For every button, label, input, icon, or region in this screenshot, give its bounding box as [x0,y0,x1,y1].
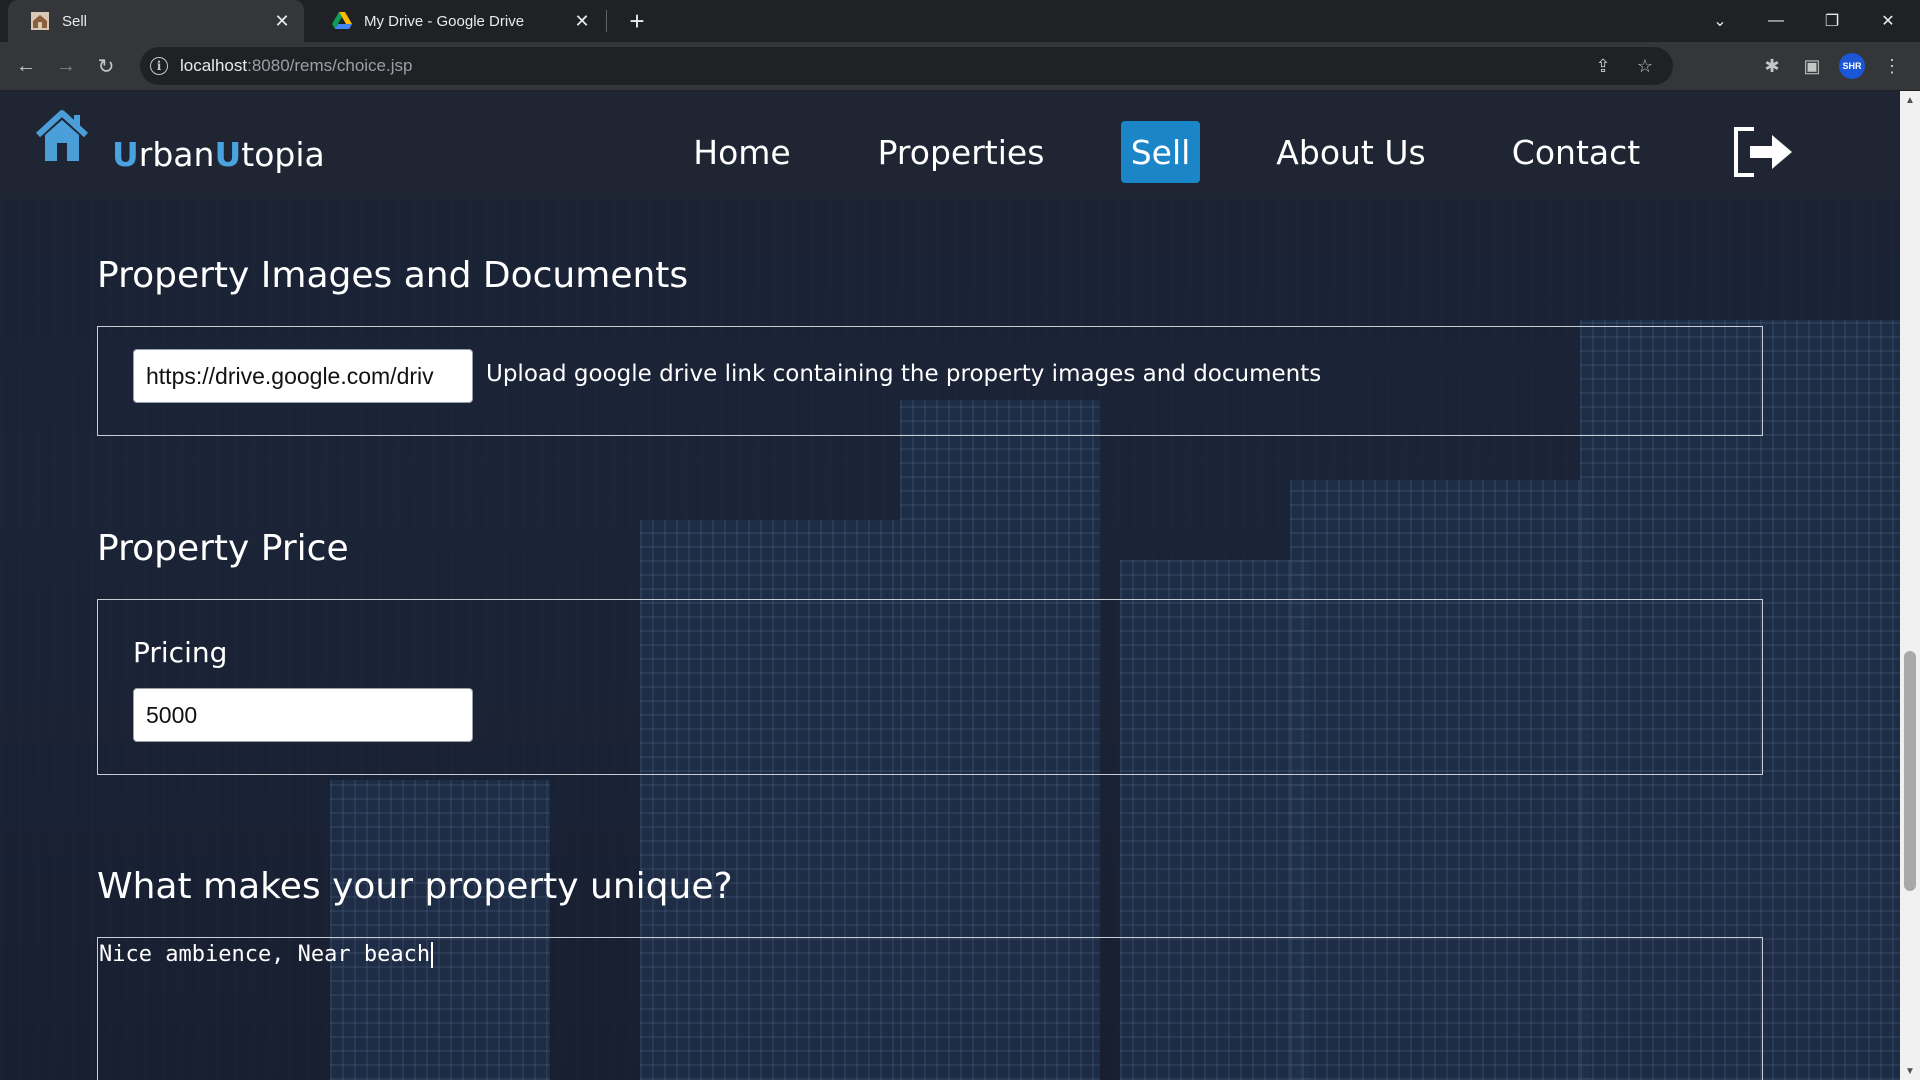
tab-sell[interactable]: Sell ✕ [8,0,304,42]
brand-name[interactable]: UrbanUtopia [112,135,325,174]
browser-tabstrip: Sell ✕ My Drive - Google Drive ✕ + ⌄ — ❐… [0,0,1920,42]
images-section-box: https://drive.google.com/driv Upload goo… [97,326,1763,436]
bookmark-star-icon[interactable]: ☆ [1626,47,1664,85]
images-section-title: Property Images and Documents [97,255,689,296]
share-icon[interactable]: ⇪ [1584,47,1622,85]
restore-button[interactable]: ❐ [1804,0,1860,42]
nav-properties[interactable]: Properties [872,121,1050,183]
site-info-icon[interactable]: i [150,57,168,75]
drive-link-help-text: Upload google drive link containing the … [486,361,1322,387]
back-icon[interactable]: ← [10,50,42,82]
minimize-button[interactable]: — [1748,0,1804,42]
tab-title: Sell [62,12,88,30]
house-logo-icon[interactable] [34,109,90,163]
address-bar[interactable]: i localhost:8080/rems/choice.jsp ⇪ ☆ [140,47,1673,85]
drive-link-input[interactable]: https://drive.google.com/driv [133,349,473,403]
unique-features-textarea[interactable]: Nice ambience, Near beach [97,937,1763,1080]
pricing-input[interactable]: 5000 [133,688,473,742]
pricing-label: Pricing [133,636,228,669]
tab-google-drive[interactable]: My Drive - Google Drive ✕ [310,0,604,42]
text-caret [431,942,434,968]
scrollbar-thumb[interactable] [1904,651,1916,891]
google-drive-icon [332,11,352,31]
tab-separator [606,10,607,32]
textarea-value: Nice ambience, Near beach [99,942,431,967]
profile-avatar[interactable]: SHR [1836,50,1868,82]
forward-icon[interactable]: → [50,50,82,82]
tab-title: My Drive - Google Drive [364,12,525,30]
tab-search-icon[interactable]: ⌄ [1692,0,1748,42]
scroll-down-icon[interactable]: ▼ [1900,1062,1920,1080]
page-scrollbar[interactable]: ▲ ▼ [1900,91,1920,1080]
price-section-title: Property Price [97,528,349,569]
close-window-button[interactable]: ✕ [1860,0,1916,42]
side-panel-icon[interactable]: ▣ [1796,50,1828,82]
nav-sell[interactable]: Sell [1121,121,1200,183]
scroll-up-icon[interactable]: ▲ [1900,91,1920,109]
nav-home[interactable]: Home [682,121,802,183]
browser-toolbar: ← → ↻ i localhost:8080/rems/choice.jsp ⇪… [0,42,1920,91]
house-favicon-icon [30,11,50,31]
logout-icon[interactable] [1734,127,1796,177]
reload-icon[interactable]: ↻ [90,50,122,82]
close-tab-icon[interactable]: ✕ [570,9,594,33]
page-viewport: UrbanUtopia Home Properties Sell About U… [0,91,1900,1080]
price-section-box: Pricing 5000 [97,599,1763,775]
close-tab-icon[interactable]: ✕ [270,9,294,33]
unique-section-title: What makes your property unique? [97,866,733,907]
new-tab-button[interactable]: + [623,6,651,36]
site-header: UrbanUtopia Home Properties Sell About U… [0,91,1900,199]
url-text: localhost:8080/rems/choice.jsp [180,56,413,75]
extensions-icon[interactable]: ✱ [1756,50,1788,82]
browser-menu-icon[interactable]: ⋮ [1876,50,1908,82]
nav-contact[interactable]: Contact [1503,121,1649,183]
nav-about-us[interactable]: About Us [1270,121,1432,183]
